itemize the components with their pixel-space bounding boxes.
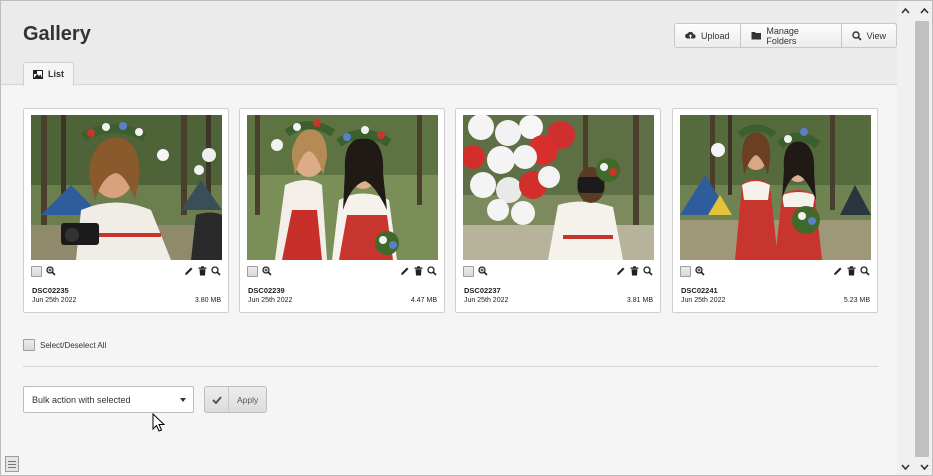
file-name: DSC02237 [464, 286, 501, 295]
mouse-cursor-icon [152, 413, 166, 432]
file-date: Jun 25th 2022 [32, 297, 77, 304]
select-all-checkbox[interactable] [23, 339, 35, 351]
trash-icon[interactable] [847, 266, 856, 276]
zoom-in-icon[interactable] [695, 266, 705, 276]
gallery-photo[interactable] [31, 115, 222, 260]
search-icon[interactable] [860, 266, 870, 276]
gallery-photo[interactable] [247, 115, 438, 260]
item-controls-left [463, 265, 488, 277]
file-size: 3.81 MB [626, 297, 653, 304]
file-name: DSC02241 [681, 286, 718, 295]
item-controls-right [616, 265, 653, 277]
app-window: Gallery Upload Manage Folders View List … [0, 0, 933, 476]
item-controls-left [680, 265, 705, 277]
file-size: 5.23 MB [843, 297, 870, 304]
gallery-item: DSC02237 Jun 25th 2022 3.81 MB [455, 108, 661, 313]
scroll-down-icon[interactable] [897, 457, 914, 475]
upload-icon [685, 31, 696, 38]
file-date: Jun 25th 2022 [681, 297, 726, 304]
scroll-up-icon[interactable] [897, 1, 914, 21]
checkmark-icon [205, 387, 229, 412]
gallery-item: DSC02235 Jun 25th 2022 3.80 MB [23, 108, 229, 313]
gallery-photo[interactable] [463, 115, 654, 260]
item-controls-right [833, 265, 870, 277]
edit-icon[interactable] [184, 266, 194, 276]
gallery-item: DSC02241 Jun 25th 2022 5.23 MB [672, 108, 878, 313]
trash-icon[interactable] [198, 266, 207, 276]
vertical-scrollbar[interactable] [897, 1, 932, 475]
item-checkbox[interactable] [31, 265, 42, 277]
zoom-in-icon[interactable] [262, 266, 272, 276]
image-icon [33, 69, 43, 79]
item-controls-left [247, 265, 272, 277]
view-button[interactable]: View [842, 24, 896, 47]
zoom-in-icon[interactable] [478, 266, 488, 276]
bulk-action-select[interactable]: Bulk action with selected [23, 386, 194, 413]
upload-label: Upload [701, 30, 730, 41]
scroll-up-icon[interactable] [916, 1, 932, 21]
search-icon[interactable] [427, 266, 437, 276]
search-icon [851, 30, 862, 41]
edit-icon[interactable] [400, 266, 410, 276]
item-controls-right [400, 265, 437, 277]
manage-folders-label: Manage Folders [766, 25, 799, 46]
trash-icon[interactable] [414, 266, 423, 276]
tab-list[interactable]: List [23, 62, 75, 86]
apply-label: Apply [237, 394, 259, 405]
trash-icon[interactable] [630, 266, 639, 276]
page-title: Gallery [23, 23, 91, 45]
select-all-label: Select/Deselect All [40, 340, 107, 350]
file-date: Jun 25th 2022 [248, 297, 293, 304]
divider [23, 366, 879, 367]
gallery-photo[interactable] [680, 115, 871, 260]
file-name: DSC02235 [32, 286, 69, 295]
edit-icon[interactable] [833, 266, 843, 276]
page-header: Gallery Upload Manage Folders View List [1, 1, 897, 86]
scroll-down-icon[interactable] [916, 457, 932, 475]
zoom-in-icon[interactable] [46, 266, 56, 276]
item-controls-left [31, 265, 56, 277]
document-icon[interactable] [5, 456, 19, 472]
select-all-row[interactable]: Select/Deselect All [23, 339, 106, 351]
apply-button[interactable]: Apply [204, 386, 267, 413]
tab-label: List [48, 69, 65, 79]
upload-button[interactable]: Upload [675, 24, 741, 47]
item-controls-right [184, 265, 221, 277]
edit-icon[interactable] [616, 266, 626, 276]
item-checkbox[interactable] [247, 265, 258, 277]
search-icon[interactable] [211, 266, 221, 276]
toolbar-button-group: Upload Manage Folders View [674, 23, 897, 48]
file-size: 4.47 MB [410, 297, 437, 304]
view-label: View [866, 30, 886, 41]
file-date: Jun 25th 2022 [464, 297, 509, 304]
gallery-main: DSC02235 Jun 25th 2022 3.80 MB DSC02239 … [1, 86, 897, 475]
search-icon[interactable] [643, 266, 653, 276]
manage-folders-button[interactable]: Manage Folders [741, 24, 842, 47]
bulk-action-value: Bulk action with selected [32, 394, 131, 405]
file-name: DSC02239 [248, 286, 285, 295]
folder-icon [751, 32, 761, 40]
item-checkbox[interactable] [463, 265, 474, 277]
file-size: 3.80 MB [194, 297, 221, 304]
scrollbar-thumb[interactable] [915, 21, 929, 457]
item-checkbox[interactable] [680, 265, 691, 277]
chevron-down-icon [180, 398, 186, 402]
gallery-item: DSC02239 Jun 25th 2022 4.47 MB [239, 108, 445, 313]
